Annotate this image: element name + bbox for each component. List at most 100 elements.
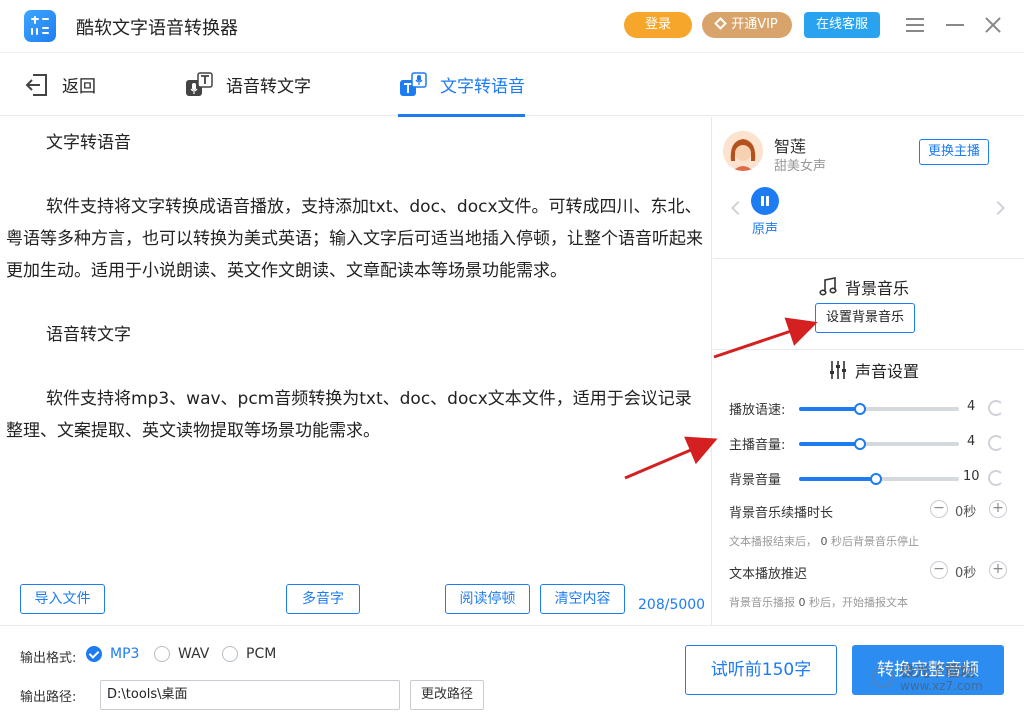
radio-checked-icon	[86, 646, 102, 662]
text-delay-value: 0秒	[955, 566, 977, 581]
hint-number: 0	[798, 596, 806, 609]
online-service-button[interactable]: 在线客服	[804, 12, 880, 38]
slider-fill	[799, 477, 876, 481]
original-voice-label: 原声	[751, 222, 778, 237]
editor-paragraph: 软件支持将文字转换成语音播放，支持添加txt、doc、docx文件。可转成四川、…	[6, 197, 703, 281]
tab-speech-to-text-label: 语音转文字	[226, 77, 311, 97]
microphone-text-icon	[184, 71, 214, 98]
next-voice-icon[interactable]	[990, 200, 1006, 216]
bgm-volume-value: 10	[963, 469, 980, 484]
speed-value: 4	[967, 399, 976, 414]
login-button[interactable]: 登录	[624, 12, 692, 38]
diamond-icon	[714, 17, 728, 30]
minimize-icon[interactable]	[944, 14, 966, 36]
watermark-logo-icon	[872, 666, 894, 688]
menu-icon[interactable]	[904, 14, 926, 36]
slider-knob[interactable]	[853, 438, 866, 450]
reset-icon[interactable]	[988, 400, 1004, 416]
hint-text: 秒后，开始播报文本	[809, 596, 908, 609]
format-label: PCM	[246, 646, 277, 662]
output-path-label: 输出路径:	[20, 690, 77, 705]
tab-speech-to-text[interactable]: 语音转文字	[184, 53, 311, 116]
text-microphone-icon	[398, 71, 428, 98]
voice-name: 智莲	[774, 137, 807, 156]
voice-avatar	[723, 131, 763, 171]
voice-description: 甜美女声	[774, 159, 827, 174]
import-file-button[interactable]: 导入文件	[20, 584, 105, 614]
format-pcm-radio[interactable]: PCM	[222, 646, 276, 662]
hint-text: 秒后背景音乐停止	[831, 535, 919, 548]
anchor-volume-label: 主播音量:	[729, 438, 786, 453]
hint-number: 0	[820, 535, 828, 548]
text-delay-label: 文本播放推迟	[729, 567, 808, 582]
format-mp3-radio[interactable]: MP3	[86, 646, 139, 662]
bgm-section-title: 背景音乐	[819, 275, 909, 299]
bgm-duration-increase-button[interactable]: +	[989, 500, 1007, 518]
hint-text: 文本播报结束后，	[729, 535, 817, 548]
polyphone-button[interactable]: 多音字	[286, 584, 360, 614]
anchor-volume-slider[interactable]	[799, 438, 959, 450]
bgm-volume-slider[interactable]	[799, 473, 959, 485]
watermark-line: 极光下载站	[900, 662, 976, 680]
reset-icon[interactable]	[988, 470, 1004, 486]
format-label: MP3	[110, 646, 140, 662]
slider-knob[interactable]	[853, 403, 866, 415]
slider-fill	[799, 407, 860, 411]
bgm-title: 背景音乐	[845, 279, 910, 298]
reset-icon[interactable]	[988, 435, 1004, 451]
bgm-volume-label: 背景音量	[729, 473, 782, 488]
slider-fill	[799, 442, 860, 446]
back-arrow-icon	[24, 72, 50, 98]
char-count: 208/5000	[638, 597, 706, 613]
format-label: WAV	[178, 646, 210, 662]
watermark: 极光下载站 www.xz7.com	[900, 664, 983, 694]
sound-section-title: 声音设置	[829, 358, 919, 382]
format-wav-radio[interactable]: WAV	[154, 646, 209, 662]
editor-paragraph	[6, 159, 704, 191]
clear-content-button[interactable]: 清空内容	[540, 584, 625, 614]
settings-panel: 智莲 甜美女声 更换主播 原声 背景音乐 设置背景音乐 声音设置 播放语速: 4…	[713, 117, 1024, 625]
read-pause-button[interactable]: 阅读停顿	[445, 584, 530, 614]
app-logo-icon	[24, 10, 56, 42]
preview-button[interactable]: 试听前150字	[685, 645, 837, 695]
slider-knob[interactable]	[869, 473, 882, 485]
nav-bar: 返回 语音转文字 文字转语音	[0, 52, 1024, 117]
anchor-volume-value: 4	[967, 434, 976, 449]
back-button[interactable]: 返回	[24, 53, 96, 116]
editor-paragraph	[6, 287, 704, 319]
output-path-field[interactable]: D:\tools\桌面	[100, 680, 400, 710]
equalizer-icon	[830, 361, 846, 379]
change-path-button[interactable]: 更改路径	[410, 680, 484, 710]
prev-voice-icon[interactable]	[730, 200, 746, 216]
vip-button[interactable]: 开通VIP	[702, 12, 792, 38]
editor-content[interactable]: 文字转语音 软件支持将文字转换成语音播放，支持添加txt、doc、docx文件。…	[6, 127, 704, 447]
pause-icon[interactable]	[751, 187, 779, 215]
divider	[713, 349, 1024, 350]
text-delay-decrease-button[interactable]: −	[930, 561, 948, 579]
radio-icon	[154, 646, 170, 662]
bgm-duration-decrease-button[interactable]: −	[930, 500, 948, 518]
music-note-icon	[819, 277, 837, 296]
title-bar: 酷软文字语音转换器 登录 开通VIP 在线客服	[0, 0, 1024, 52]
switch-voice-button[interactable]: 更换主播	[919, 139, 989, 165]
tab-text-to-speech-label: 文字转语音	[440, 77, 525, 97]
editor-paragraph: 软件支持将mp3、wav、pcm音频转换为txt、doc、docx文本文件，适用…	[6, 389, 692, 441]
editor-paragraph	[6, 351, 704, 383]
hint-text: 背景音乐播报	[729, 596, 795, 609]
speed-slider[interactable]	[799, 403, 959, 415]
close-icon[interactable]	[982, 14, 1004, 36]
bgm-duration-hint: 文本播报结束后， 0 秒后背景音乐停止	[729, 533, 919, 549]
set-bgm-button[interactable]: 设置背景音乐	[815, 303, 915, 333]
sound-title: 声音设置	[855, 362, 920, 381]
speed-label: 播放语速:	[729, 403, 786, 418]
bgm-duration-value: 0秒	[955, 505, 977, 520]
tab-text-to-speech[interactable]: 文字转语音	[398, 53, 525, 117]
text-delay-hint: 背景音乐播报 0 秒后，开始播报文本	[729, 594, 908, 610]
vip-label: 开通VIP	[731, 17, 778, 32]
back-label: 返回	[62, 77, 96, 97]
radio-icon	[222, 646, 238, 662]
watermark-line: www.xz7.com	[900, 679, 983, 693]
editor-paragraph: 语音转文字	[46, 325, 131, 345]
text-editor[interactable]: 文字转语音 软件支持将文字转换成语音播放，支持添加txt、doc、docx文件。…	[0, 117, 712, 625]
text-delay-increase-button[interactable]: +	[989, 561, 1007, 579]
